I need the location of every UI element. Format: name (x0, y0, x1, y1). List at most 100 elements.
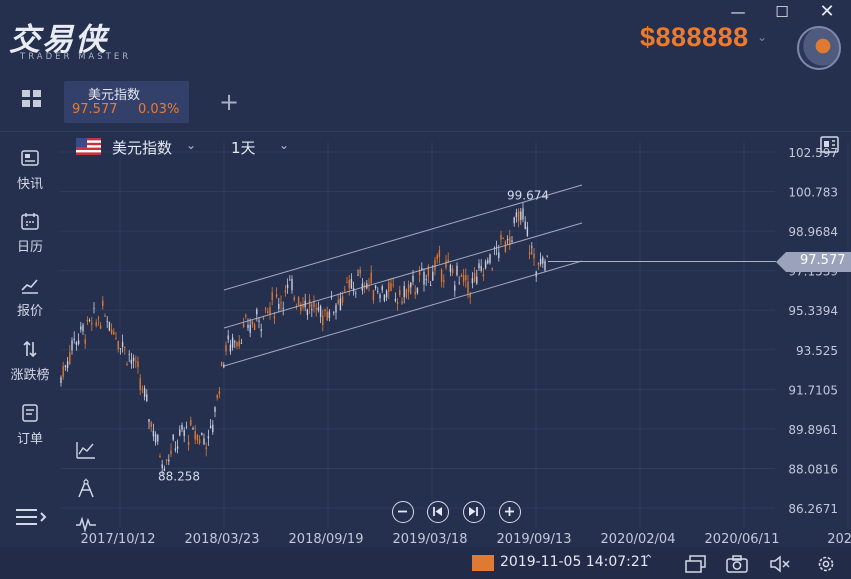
candle-body (445, 260, 447, 268)
candle-body (86, 319, 89, 322)
account-balance[interactable]: $888888 (640, 22, 749, 53)
candle-body (539, 258, 542, 265)
candle-body (242, 323, 245, 328)
candle-body (209, 425, 212, 429)
candle-body (231, 337, 234, 348)
candle-body (311, 309, 313, 311)
candle-body (484, 261, 487, 269)
chevron-down-icon[interactable]: ⌄ (186, 138, 196, 152)
chart-symbol-selector[interactable]: 美元指数 (112, 137, 172, 158)
candle-body (104, 315, 106, 317)
news-icon (21, 150, 39, 166)
tab-dollar-index[interactable]: 美元指数 97.577 0.03% (64, 81, 189, 123)
waveform-icon[interactable] (75, 514, 97, 534)
candle-body (121, 341, 124, 348)
candle-body (258, 320, 260, 322)
gear-icon[interactable] (815, 555, 837, 573)
price-chart[interactable]: 102.597100.78398.968497.153995.339493.52… (60, 132, 851, 547)
sidebar-item-calendar[interactable]: 日历 (0, 211, 60, 255)
candle-body (315, 308, 317, 310)
y-tick-label: 93.525 (796, 344, 838, 358)
x-tick-label: 2017/10/12 (81, 532, 156, 547)
candle-body (528, 252, 531, 255)
jump-to-start-button[interactable] (427, 501, 449, 523)
candle-body (220, 362, 223, 366)
menu-expand-icon[interactable] (15, 508, 47, 526)
candle-body (544, 261, 546, 271)
candle-body (348, 279, 350, 289)
candle-body (172, 434, 174, 440)
candle-body (64, 365, 67, 368)
sidebar-item-label: 快讯 (16, 177, 43, 192)
sidebar-item-label: 涨跌榜 (10, 368, 50, 383)
x-tick-label: 2019/03/18 (393, 532, 468, 547)
chevron-up-icon[interactable]: ⌃ (643, 553, 654, 568)
us-flag-icon (76, 138, 101, 155)
candle-body (141, 389, 144, 391)
indicator-icon[interactable] (75, 440, 97, 460)
volume-indicator (472, 555, 494, 571)
zoom-out-button[interactable] (392, 501, 414, 523)
chart-period-selector[interactable]: 1天 (231, 137, 256, 158)
candle-body (432, 271, 434, 281)
camera-icon[interactable] (726, 555, 748, 573)
candle-body (429, 285, 432, 286)
candle-body (531, 246, 533, 248)
candle-body (185, 426, 188, 428)
candle-body (377, 290, 379, 292)
add-tab-icon[interactable]: + (219, 88, 239, 116)
candle-body (546, 255, 548, 257)
jump-to-end-button[interactable] (463, 501, 485, 523)
candle-body (201, 433, 203, 436)
candle-body (326, 311, 328, 321)
candle-body (500, 234, 502, 240)
candle-body (95, 321, 97, 326)
candle-body (394, 299, 397, 301)
candle-body (502, 237, 504, 239)
candle-body (291, 278, 293, 291)
candle-body (344, 289, 346, 291)
x-tick-label: 2020/ (827, 532, 851, 547)
multi-window-icon[interactable] (685, 555, 707, 573)
avatar[interactable] (797, 26, 841, 70)
candle-body (154, 433, 157, 443)
candle-body (306, 309, 309, 316)
close-button[interactable]: ✕ (815, 2, 839, 22)
grid-layout-icon[interactable] (22, 90, 42, 108)
sidebar-item-ranking[interactable]: 涨跌榜 (0, 339, 60, 383)
y-tick-label: 95.3394 (788, 304, 838, 318)
status-bar (0, 547, 851, 579)
chart-settings-icon[interactable] (820, 136, 842, 154)
candle-body (515, 212, 518, 217)
skip-back-icon (433, 507, 442, 516)
candle-body (62, 366, 64, 377)
y-tick-label: 91.7105 (788, 383, 838, 397)
mute-icon[interactable] (769, 555, 791, 573)
candle-body (449, 264, 452, 272)
candle-body (253, 324, 256, 331)
candle-body (271, 292, 273, 300)
sidebar-item-quotes[interactable]: 报价 (0, 275, 60, 319)
candle-body (385, 290, 388, 298)
ranking-icon (23, 340, 37, 358)
sidebar-item-news[interactable]: 快讯 (0, 148, 60, 192)
candle-body (542, 257, 544, 264)
zoom-in-button[interactable] (499, 501, 521, 523)
candle-body (176, 446, 179, 449)
sidebar-item-label: 日历 (16, 240, 43, 255)
minimize-button[interactable]: — (726, 2, 750, 22)
sidebar-item-orders[interactable]: 订单 (0, 403, 60, 447)
chevron-down-icon[interactable]: ⌄ (279, 138, 289, 152)
plus-icon (505, 507, 514, 516)
candle-body (467, 281, 469, 293)
maximize-button[interactable]: ☐ (770, 2, 794, 22)
sidebar-item-label: 订单 (16, 432, 43, 447)
x-tick-label: 2020/02/04 (601, 532, 676, 547)
server-datetime: 2019-11-05 14:07:21 (500, 554, 649, 570)
balance-dropdown-icon[interactable]: ⌄ (757, 30, 767, 44)
drawing-tool-icon[interactable] (75, 478, 97, 498)
candle-body (399, 289, 401, 296)
candle-body (414, 291, 416, 295)
candle-body (240, 343, 243, 344)
candle-body (341, 296, 344, 303)
